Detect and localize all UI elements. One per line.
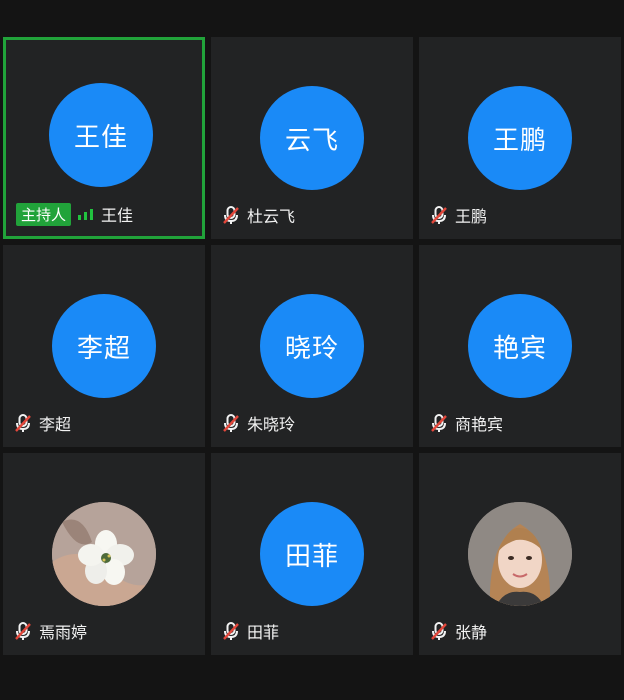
mic-muted-icon: [429, 205, 449, 225]
participant-tile[interactable]: 张静: [419, 453, 621, 655]
participant-name: 杜云飞: [247, 207, 296, 226]
participant-name: 田菲: [247, 623, 280, 642]
avatar: 田菲: [260, 502, 364, 606]
portrait-photo-icon: [468, 502, 572, 606]
participant-nameplate: 朱晓玲: [221, 411, 295, 435]
participant-name: 焉雨婷: [39, 623, 88, 642]
avatar-photo: [468, 502, 572, 606]
participant-tile[interactable]: 李超 李超: [3, 245, 205, 447]
mic-muted-icon: [13, 621, 33, 641]
participant-nameplate: 杜云飞: [221, 203, 295, 227]
participant-name: 商艳宾: [455, 415, 504, 434]
participant-nameplate: 张静: [429, 619, 487, 643]
participant-nameplate: 主持人 王佳: [16, 202, 133, 226]
participant-nameplate: 商艳宾: [429, 411, 503, 435]
participant-tile[interactable]: 艳宾 商艳宾: [419, 245, 621, 447]
mic-muted-icon: [429, 621, 449, 641]
participant-nameplate: 焉雨婷: [13, 619, 87, 643]
participant-nameplate: 田菲: [221, 619, 279, 643]
flower-photo-icon: [52, 502, 156, 606]
mic-muted-icon: [221, 621, 241, 641]
participant-tile[interactable]: 焉雨婷: [3, 453, 205, 655]
mic-muted-icon: [221, 205, 241, 225]
audio-level-icon: [77, 207, 95, 221]
avatar: 云飞: [260, 86, 364, 190]
participant-nameplate: 王鹏: [429, 203, 487, 227]
participant-tile[interactable]: 云飞 杜云飞: [211, 37, 413, 239]
participant-tile[interactable]: 晓玲 朱晓玲: [211, 245, 413, 447]
mic-muted-icon: [221, 413, 241, 433]
avatar: 晓玲: [260, 294, 364, 398]
participant-name: 王鹏: [455, 207, 488, 226]
mic-muted-icon: [13, 413, 33, 433]
participant-name: 张静: [455, 623, 488, 642]
avatar: 艳宾: [468, 294, 572, 398]
avatar-photo: [52, 502, 156, 606]
participant-tile[interactable]: 王佳 主持人 王佳: [3, 37, 205, 239]
avatar: 王鹏: [468, 86, 572, 190]
participant-nameplate: 李超: [13, 411, 71, 435]
participant-name: 朱晓玲: [247, 415, 296, 434]
participant-name: 李超: [39, 415, 72, 434]
participant-tile[interactable]: 田菲 田菲: [211, 453, 413, 655]
participant-name: 王佳: [101, 206, 134, 225]
avatar: 王佳: [49, 83, 153, 187]
mic-muted-icon: [429, 413, 449, 433]
participant-tile[interactable]: 王鹏 王鹏: [419, 37, 621, 239]
host-badge: 主持人: [16, 202, 72, 226]
avatar: 李超: [52, 294, 156, 398]
